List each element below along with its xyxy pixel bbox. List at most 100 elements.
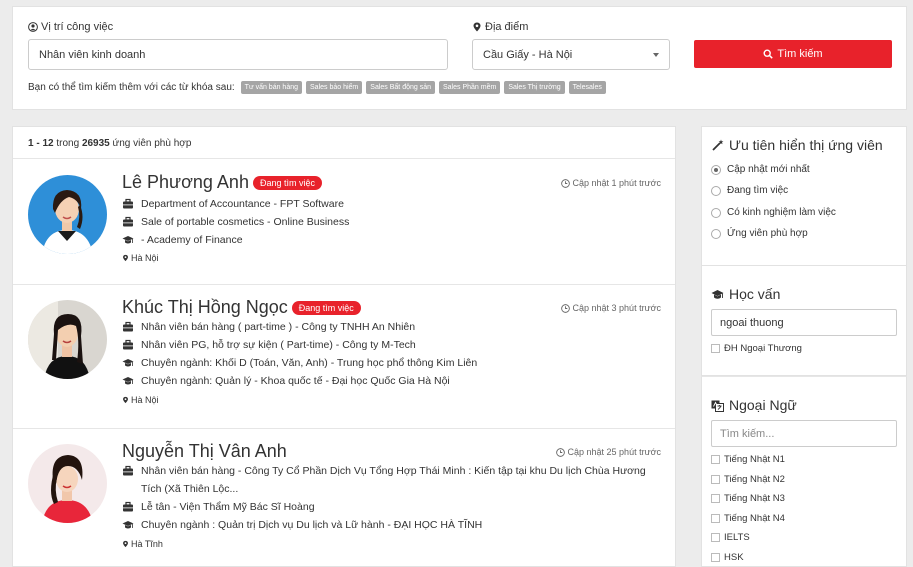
option-label: Tiếng Nhật N4: [724, 513, 785, 524]
priority-option[interactable]: Cập nhật mới nhất: [711, 164, 810, 175]
updated-text: Cập nhật 25 phút trước: [567, 447, 661, 457]
education-option[interactable]: ĐH Ngoại Thương: [711, 343, 802, 354]
line-text: Nhân viên PG, hỗ trợ sự kiện ( Part-time…: [141, 339, 416, 351]
avatar[interactable]: [28, 175, 107, 254]
option-label: Có kinh nghiệm làm việc: [727, 207, 836, 218]
option-label: IELTS: [724, 532, 750, 543]
language-option[interactable]: Tiếng Nhật N3: [711, 493, 785, 504]
updated-text: Cập nhật 1 phút trước: [572, 178, 661, 188]
checkbox[interactable]: [711, 553, 720, 562]
priority-title: Ưu tiên hiển thị ứng viên: [711, 137, 883, 153]
briefcase-icon: [123, 321, 133, 332]
education-title-text: Học vấn: [729, 286, 781, 302]
graduation-cap-icon: [122, 359, 134, 367]
keyword-tag[interactable]: Sales Thị trường: [504, 81, 565, 94]
language-option[interactable]: IELTS: [711, 532, 750, 543]
education-line: Chuyên ngành: Khối D (Toán, Văn, Anh) - …: [122, 354, 662, 372]
search-panel: Vị trí công việc Địa điểm Cầu Giấy - Hà …: [12, 6, 907, 110]
user-icon: [28, 22, 38, 32]
search-icon: [763, 49, 774, 59]
line-text: - Academy of Finance: [141, 234, 243, 246]
job-seeking-badge: Đang tìm việc: [252, 175, 322, 190]
keyword-tag[interactable]: Sales Bất động sản: [366, 81, 435, 94]
radio-button[interactable]: [711, 228, 721, 239]
keyword-tag[interactable]: Tư vấn bán hàng: [240, 81, 303, 94]
search-button[interactable]: Tìm kiếm: [694, 40, 892, 68]
results-count: 1 - 12 trong 26935 ứng viên phù hợp: [13, 127, 675, 159]
language-option[interactable]: Tiếng Nhật N2: [711, 474, 785, 485]
line-text: Sale of portable cosmetics - Online Busi…: [141, 216, 350, 228]
priority-option[interactable]: Có kinh nghiệm làm việc: [711, 207, 836, 218]
clock-icon: [560, 178, 570, 188]
candidate-card[interactable]: Lê Phương Anh Đang tìm việc Cập nhật 1 p…: [13, 159, 675, 285]
checkbox[interactable]: [711, 533, 720, 542]
language-icon: [711, 400, 724, 412]
graduation-cap-icon: [711, 289, 724, 299]
experience-line: Nhân viên PG, hỗ trợ sự kiện ( Part-time…: [122, 336, 662, 354]
line-text: Chuyên ngành: Quản lý - Khoa quốc tế - Đ…: [141, 375, 450, 387]
keyword-tag[interactable]: Sales Phần mềm: [439, 81, 501, 94]
experience-line: Sale of portable cosmetics - Online Busi…: [122, 213, 662, 231]
checkbox[interactable]: [711, 475, 720, 484]
job-label: Vị trí công việc: [28, 21, 113, 33]
line-text: Chuyên ngành : Quản trị Dịch vụ Du lịch …: [141, 519, 483, 531]
avatar[interactable]: [28, 300, 107, 379]
experience-line: Lễ tân - Viện Thẩm Mỹ Bác Sĩ Hoàng: [122, 498, 662, 516]
keyword-tag[interactable]: Sales bảo hiểm: [306, 81, 363, 94]
checkbox[interactable]: [711, 494, 720, 503]
candidate-name[interactable]: Lê Phương Anh Đang tìm việc: [122, 172, 322, 193]
candidate-name[interactable]: Khúc Thị Hồng Ngọc Đang tìm việc: [122, 297, 361, 318]
updated-text: Cập nhật 3 phút trước: [572, 303, 661, 313]
option-label: Ứng viên phù hợp: [727, 228, 808, 239]
graduation-cap-icon: [122, 236, 134, 244]
language-option[interactable]: HSK: [711, 552, 744, 563]
line-text: Department of Accountance - FPT Software: [141, 198, 344, 210]
avatar[interactable]: [28, 444, 107, 523]
option-label: ĐH Ngoại Thương: [724, 343, 802, 354]
checkbox[interactable]: [711, 455, 720, 464]
education-search-input[interactable]: [711, 309, 897, 336]
candidate-name-text: Lê Phương Anh: [122, 172, 249, 192]
option-label: Cập nhật mới nhất: [727, 164, 810, 175]
radio-button[interactable]: [711, 207, 721, 218]
language-search-input[interactable]: [711, 420, 897, 447]
keyword-tag[interactable]: Telesales: [568, 81, 606, 94]
updated-time: Cập nhật 3 phút trước: [560, 303, 661, 313]
priority-option[interactable]: Ứng viên phù hợp: [711, 228, 808, 239]
candidate-name-text: Nguyễn Thị Vân Anh: [122, 441, 287, 461]
checkbox[interactable]: [711, 514, 720, 523]
priority-option[interactable]: Đang tìm việc: [711, 185, 788, 196]
option-label: Đang tìm việc: [727, 185, 789, 196]
language-option[interactable]: Tiếng Nhật N4: [711, 513, 785, 524]
language-filter: Ngoại Ngữ Tiếng Nhật N1 Tiếng Nhật N2 Ti…: [701, 376, 907, 567]
priority-title-text: Ưu tiên hiển thị ứng viên: [729, 137, 883, 153]
radio-button[interactable]: [711, 185, 721, 196]
education-line: - Academy of Finance: [122, 231, 662, 249]
job-title-input[interactable]: [28, 39, 448, 70]
candidate-card[interactable]: Khúc Thị Hồng Ngọc Đang tìm việc Cập nhậ…: [13, 285, 675, 429]
language-option[interactable]: Tiếng Nhật N1: [711, 454, 785, 465]
location-label: Địa điểm: [472, 21, 528, 33]
briefcase-icon: [123, 465, 133, 476]
language-title-text: Ngoại Ngữ: [729, 397, 797, 413]
briefcase-icon: [123, 501, 133, 512]
location-select-value: Cầu Giấy - Hà Nội: [483, 48, 573, 61]
language-title: Ngoại Ngữ: [711, 397, 797, 413]
candidate-name[interactable]: Nguyễn Thị Vân Anh: [122, 441, 287, 462]
candidate-card[interactable]: Nguyễn Thị Vân Anh Cập nhật 25 phút trướ…: [13, 429, 675, 566]
line-text: Nhân viên bán hàng ( part-time ) - Công …: [141, 321, 416, 333]
briefcase-icon: [123, 216, 133, 227]
location-select[interactable]: Cầu Giấy - Hà Nội: [472, 39, 670, 70]
priority-filter: Ưu tiên hiển thị ứng viên Cập nhật mới n…: [701, 126, 907, 266]
radio-button[interactable]: [711, 164, 721, 175]
option-label: Tiếng Nhật N3: [724, 493, 785, 504]
results-total: 26935: [81, 138, 110, 149]
location-text: Hà Tĩnh: [131, 539, 163, 549]
search-button-label: Tìm kiếm: [777, 48, 823, 60]
option-label: Tiếng Nhật N2: [724, 474, 785, 485]
graduation-cap-icon: [122, 521, 134, 529]
results-range: 1 - 12: [28, 138, 54, 149]
checkbox[interactable]: [711, 344, 720, 353]
map-marker-icon: [123, 396, 128, 404]
keyword-suggestions: Bạn có thể tìm kiếm thêm với các từ khóa…: [28, 81, 606, 94]
